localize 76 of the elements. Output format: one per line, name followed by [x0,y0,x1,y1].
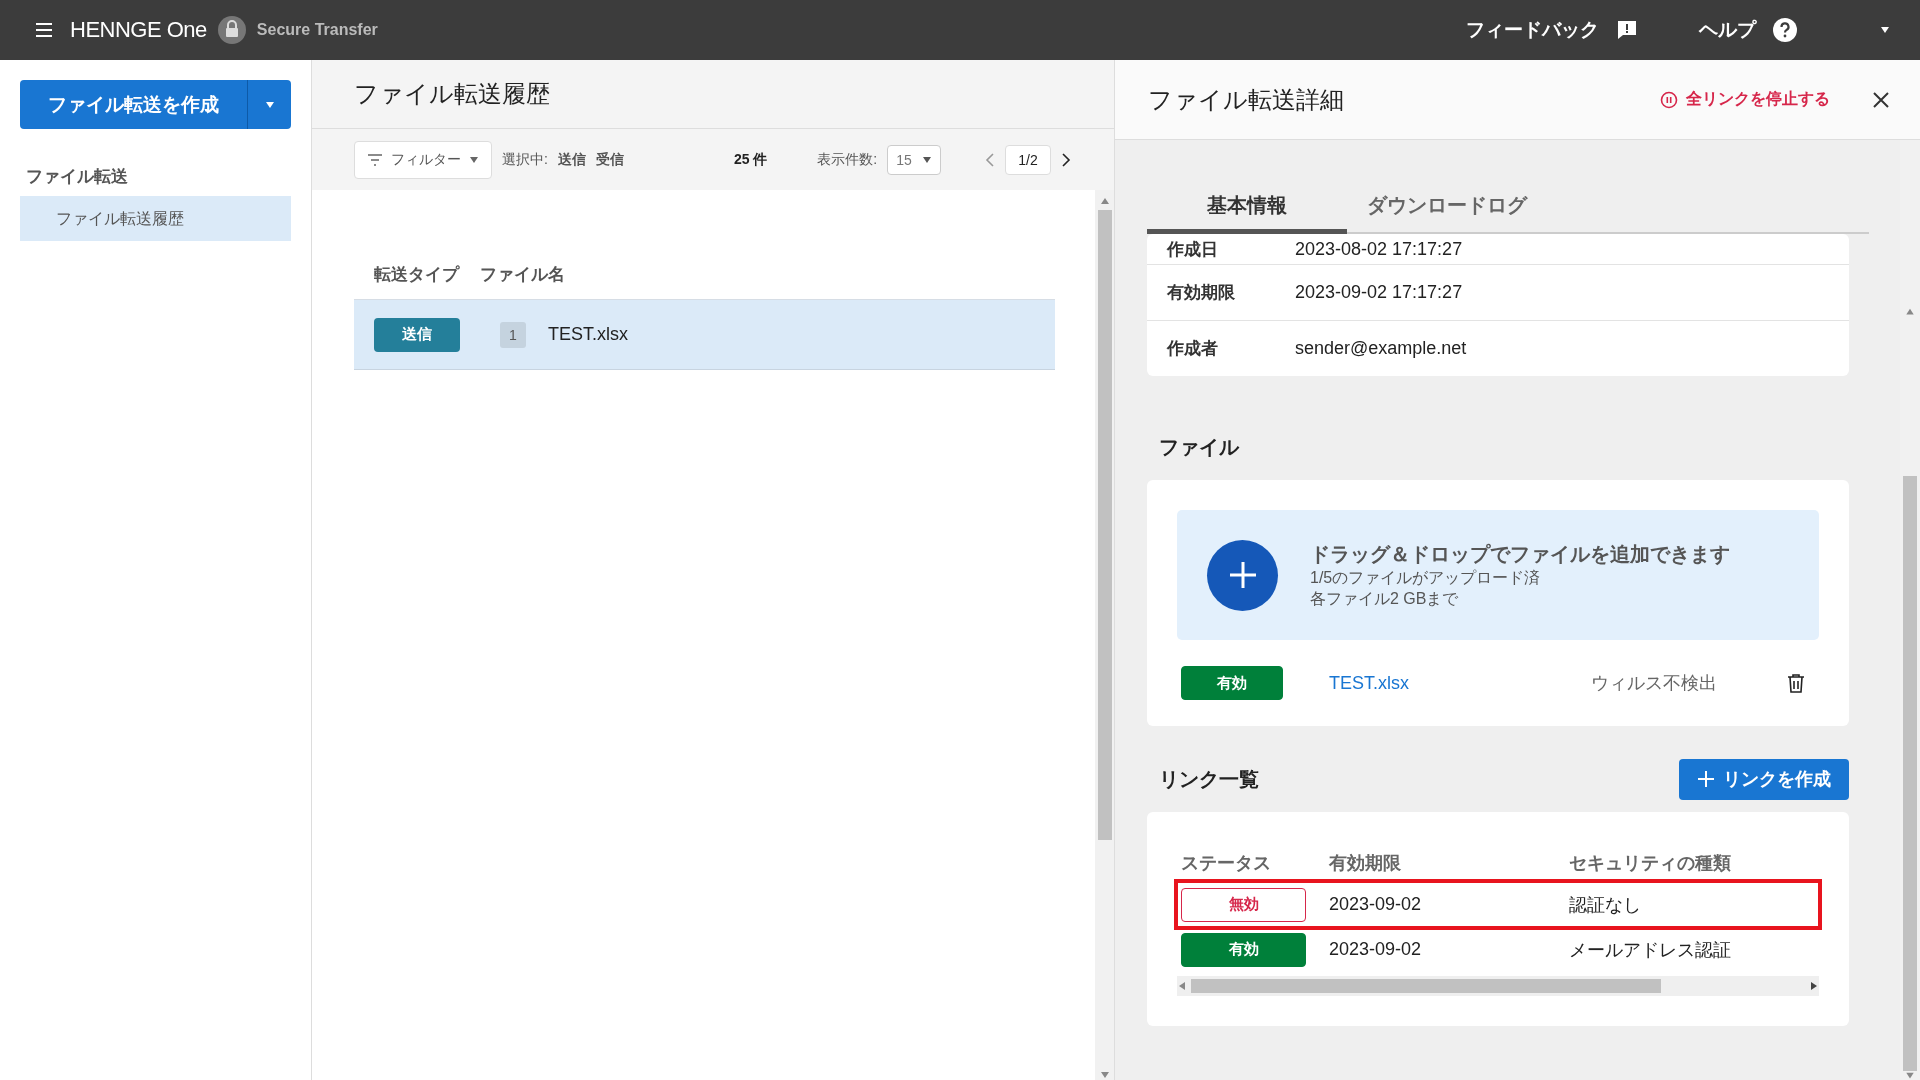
plus-icon [1697,770,1715,788]
tab[interactable]: ダウンロードログ [1347,182,1547,234]
highlighted-link-row[interactable]: 無効 2023-09-02 認証なし [1177,882,1819,927]
filter-button[interactable]: フィルター [354,140,492,179]
table-cell-text: メールアドレス認証 [1569,938,1732,962]
detail-title: ファイル転送詳細 [1148,84,1344,115]
scroll-right-icon[interactable] [1809,981,1819,991]
status-tag: 無効 [1181,887,1306,922]
scroll-left-icon[interactable] [1177,981,1187,991]
info-value: 2023-08-02 17:17:27 [1295,238,1463,260]
close-icon [1872,90,1890,109]
create-transfer-button[interactable]: ファイル転送を作成 [20,80,247,129]
selected-label: 選択中: [502,150,548,169]
drop-zone-note: 1/5のファイルがアップロード済 [1310,567,1542,588]
close-button[interactable] [1872,90,1890,109]
status-tag: 有効 [1181,932,1306,967]
trash-icon[interactable] [1787,673,1805,693]
drop-zone[interactable]: ドラッグ＆ドロップでファイルを追加できます 1/5のファイルがアップロード済 各ファイル2 GBまで [1177,510,1819,640]
selected-filter: 送信 [557,150,586,169]
per-page-select[interactable]: 15 [887,144,942,175]
table-cell-text: 2023-09-02 [1329,894,1423,915]
filter-icon [367,153,383,166]
help-icon[interactable] [1772,17,1798,43]
create-link-button[interactable]: リンクを作成 [1679,758,1849,800]
scan-result: ウィルス不検出 [1591,672,1717,695]
drop-zone-note: 各ファイル2 GBまで [1310,588,1460,609]
plus-icon [1227,560,1258,590]
column-header: セキュリティの種類 [1569,852,1732,875]
page-title: ファイル転送履歴 [354,79,550,109]
result-count: 25 件 [733,150,768,169]
help-link[interactable]: ヘルプ [1699,17,1756,43]
product-name: Secure Transfer [256,21,378,39]
caret-icon[interactable] [469,154,479,165]
info-value: sender@example.net [1295,338,1467,359]
transfer-row[interactable]: 送信 1 TEST.xlsx [354,300,1055,370]
scroll-up-icon[interactable] [1905,307,1915,317]
caret-icon[interactable] [264,99,275,110]
per-page-label: 表示件数: [817,150,878,169]
brand-logo: HENNGE One [70,17,207,43]
info-label: 作成者 [1167,338,1219,360]
section-title: リンク一覧 [1159,766,1259,792]
next-page-icon[interactable] [1060,152,1071,167]
sidebar-item[interactable]: ファイル転送履歴 [20,196,291,241]
file-count-badge: 1 [500,321,526,348]
drop-zone-title: ドラッグ＆ドロップでファイルを追加できます [1310,541,1730,567]
scroll-down-icon[interactable] [1099,1070,1110,1080]
info-label: 有効期限 [1167,282,1236,304]
scroll-up-icon[interactable] [1099,196,1110,206]
lock-badge-icon [216,15,247,45]
file-name: TEST.xlsx [548,324,628,345]
page-indicator: 1/2 [1005,144,1051,175]
account-dropdown-icon[interactable] [1880,25,1890,35]
link-row[interactable]: 有効 2023-09-02 メールアドレス認証 [1177,927,1819,972]
selected-filter: 受信 [595,150,624,169]
transfer-type-tag: 送信 [374,317,460,352]
scrollbar[interactable] [1095,190,1114,1080]
column-header: ファイル名 [480,264,565,286]
menu-icon[interactable] [34,22,54,38]
info-value: 2023-09-02 17:17:27 [1295,282,1463,303]
table-cell-text: 認証なし [1569,893,1642,917]
file-link[interactable]: TEST.xlsx [1329,672,1591,694]
horizontal-scrollbar[interactable] [1177,976,1819,996]
info-label: 作成日 [1167,238,1219,261]
feedback-link[interactable]: フィードバック [1466,17,1599,43]
column-header: 有効期限 [1329,852,1402,875]
section-title: ファイル [1159,434,1239,460]
status-tag: 有効 [1181,666,1283,700]
previous-page-icon[interactable] [985,152,996,167]
feedback-icon[interactable] [1615,18,1639,42]
caret-icon[interactable] [922,154,933,165]
stop-all-links-link[interactable]: 全リンクを停止する [1660,89,1830,110]
sidebar-section-title: ファイル転送 [25,166,129,188]
pause-icon [1660,90,1678,109]
table-cell-text: 2023-09-02 [1329,939,1423,960]
column-header: 転送タイプ [373,264,461,286]
column-header: ステータス [1181,852,1272,875]
